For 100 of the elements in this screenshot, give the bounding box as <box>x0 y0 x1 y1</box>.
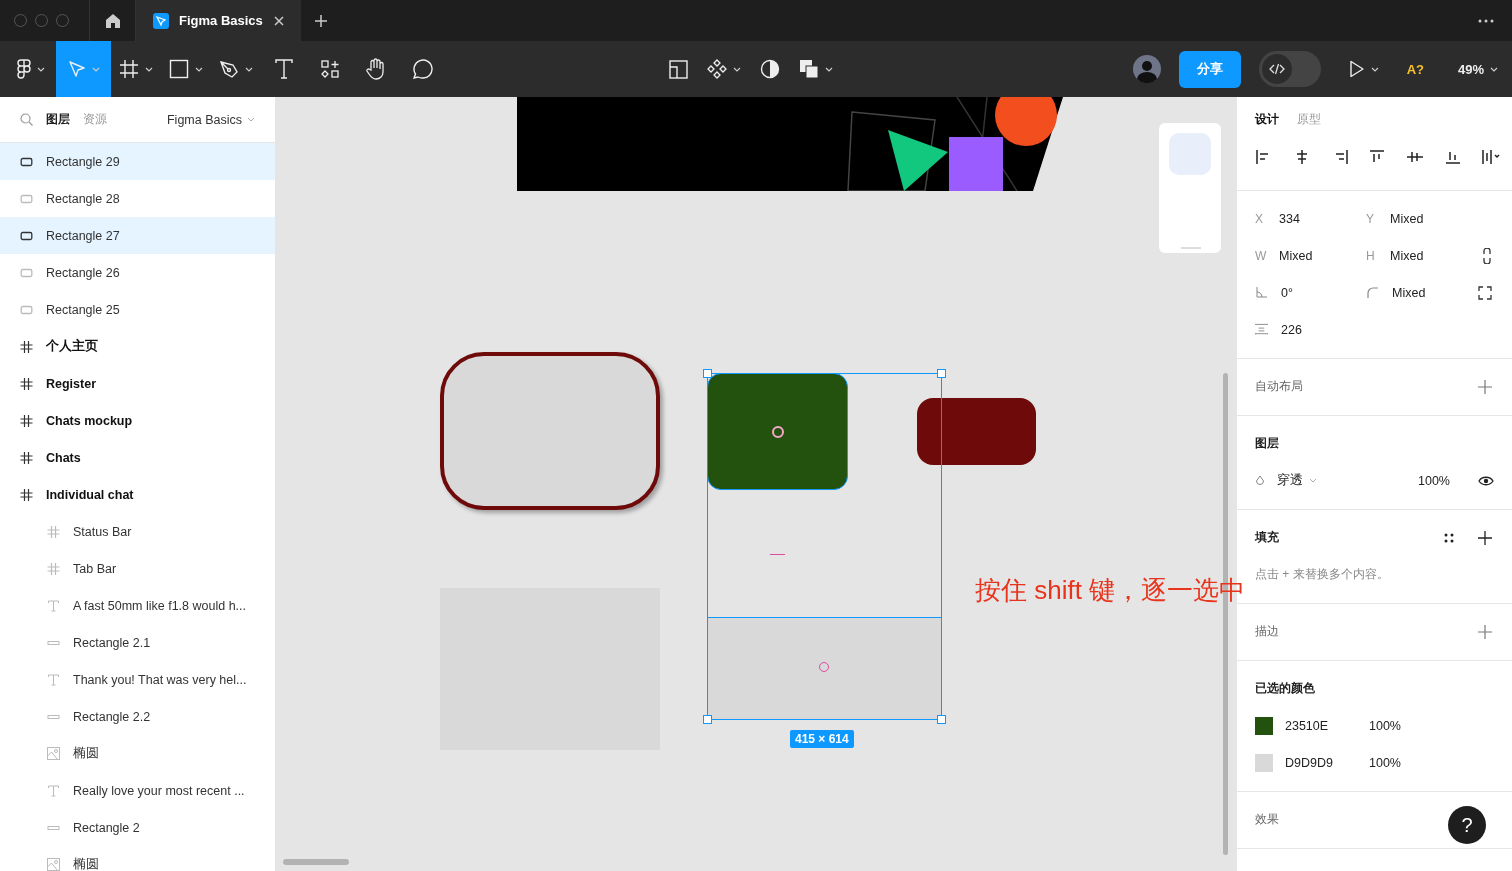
scrollbar[interactable] <box>283 859 349 865</box>
code-icon <box>1268 63 1285 75</box>
pen-icon <box>219 59 239 79</box>
missing-fonts-button[interactable]: A? <box>1406 61 1424 77</box>
comment-icon <box>411 58 433 80</box>
caret-icon <box>245 66 253 72</box>
property-field[interactable]: H Mixed <box>1366 248 1477 263</box>
field-label: W <box>1255 248 1266 263</box>
corner-radius-icon <box>1366 287 1379 298</box>
section-title: 图层 <box>1255 435 1279 452</box>
opacity-field[interactable]: 100% <box>1418 473 1450 488</box>
file-icon <box>153 12 169 29</box>
property-field[interactable]: X 334 <box>1255 211 1366 226</box>
caret-icon <box>1309 478 1317 483</box>
layer-item[interactable]: 椭圆 <box>0 846 275 871</box>
blend-mode-menu[interactable]: 穿透 <box>1277 472 1317 489</box>
layer-item[interactable]: Chats mockup <box>0 402 275 439</box>
layer-item[interactable]: Rectangle 2.2 <box>0 698 275 735</box>
link-icon[interactable] <box>1482 247 1492 264</box>
align-icon[interactable] <box>1368 148 1387 165</box>
field-label: X <box>1255 211 1264 226</box>
frame-icon <box>20 414 33 427</box>
caret-icon <box>247 117 255 122</box>
search-icon[interactable] <box>20 113 33 126</box>
color-hex[interactable]: D9D9D9 <box>1285 755 1357 770</box>
layer-item[interactable]: Status Bar <box>0 513 275 550</box>
layer-item[interactable]: Register <box>0 365 275 402</box>
layer-item[interactable]: 个人主页 <box>0 328 275 365</box>
frame-icon <box>119 59 139 79</box>
color-opacity[interactable]: 100% <box>1369 755 1401 770</box>
rectangle-icon <box>20 156 33 167</box>
property-field[interactable]: 0° <box>1255 285 1366 300</box>
center-handle[interactable] <box>772 426 784 438</box>
layer-item[interactable]: Thank you! That was very hel... <box>0 661 275 698</box>
add-icon[interactable] <box>1478 530 1492 545</box>
eye-icon[interactable] <box>1478 475 1494 486</box>
layer-item[interactable]: Rectangle 26 <box>0 254 275 291</box>
layer-item[interactable]: Rectangle 29 <box>0 143 275 180</box>
styles-icon[interactable] <box>1444 532 1454 543</box>
more-icon[interactable] <box>1478 18 1494 23</box>
frame-icon <box>20 488 33 501</box>
dev-mode-toggle[interactable] <box>1258 51 1321 87</box>
rectangle-icon <box>20 304 33 315</box>
section-title: 填充 <box>1255 529 1279 546</box>
rectangle-icon <box>169 59 189 79</box>
property-field[interactable]: W Mixed <box>1255 248 1366 263</box>
color-swatch[interactable] <box>1255 753 1273 772</box>
guide-mark <box>770 554 785 555</box>
layer-item[interactable]: Rectangle 25 <box>0 291 275 328</box>
layout-icon <box>668 59 688 79</box>
angle-icon <box>1255 287 1268 298</box>
frame-icon <box>20 451 33 464</box>
color-opacity[interactable]: 100% <box>1369 718 1401 733</box>
home-icon[interactable] <box>104 12 121 29</box>
close-icon[interactable] <box>274 15 284 26</box>
layer-item[interactable]: 椭圆 <box>0 735 275 772</box>
layer-item[interactable]: Chats <box>0 439 275 476</box>
page-menu[interactable]: Figma Basics <box>166 112 255 127</box>
layer-item[interactable]: A fast 50mm like f1.8 would h... <box>0 587 275 624</box>
resize-handle[interactable] <box>703 369 712 378</box>
panel-tab[interactable]: 图层 <box>46 111 70 128</box>
field-label: Y <box>1366 211 1375 226</box>
caret-icon <box>195 66 203 72</box>
zoom-menu[interactable]: 49% <box>1457 61 1498 77</box>
color-swatch[interactable] <box>1255 716 1273 735</box>
section-title: 效果 <box>1255 811 1279 828</box>
layer-item[interactable]: Individual chat <box>0 476 275 513</box>
text-icon <box>47 599 60 612</box>
layer-item[interactable]: Rectangle 27 <box>0 217 275 254</box>
file-tab[interactable]: Figma Basics <box>136 0 301 41</box>
property-field[interactable]: Mixed <box>1366 285 1477 300</box>
text-icon <box>275 59 293 79</box>
panel-tab[interactable]: 设计 <box>1255 111 1279 128</box>
layer-item[interactable]: Really love your most recent ... <box>0 772 275 809</box>
corners-icon[interactable] <box>1478 285 1492 300</box>
filled-rectangle[interactable] <box>707 373 848 490</box>
frame-icon <box>47 562 60 575</box>
image-icon <box>47 858 60 871</box>
layer-item[interactable]: Tab Bar <box>0 550 275 587</box>
layer-item[interactable]: Rectangle 2.1 <box>0 624 275 661</box>
resize-handle[interactable] <box>937 715 946 724</box>
component-icon <box>707 59 727 79</box>
rounded-rectangle[interactable] <box>917 398 1036 465</box>
add-tab-icon[interactable] <box>315 14 327 27</box>
property-field[interactable]: 226 <box>1255 322 1366 337</box>
section-title: 描边 <box>1255 623 1279 640</box>
hand-icon <box>366 58 386 80</box>
fill-hint: 点击 + 来替换多个内容。 <box>1255 566 1389 583</box>
frame-icon <box>20 340 33 353</box>
align-icon[interactable] <box>1481 148 1500 165</box>
text-icon <box>47 784 60 797</box>
annotation-text: 按住 shift 键，逐一选中 <box>975 574 1246 607</box>
color-hex[interactable]: 23510E <box>1285 718 1357 733</box>
layer-item[interactable]: Rectangle 2 <box>0 809 275 846</box>
property-field[interactable]: Y Mixed <box>1366 211 1477 226</box>
layer-item[interactable]: Rectangle 28 <box>0 180 275 217</box>
resize-handle[interactable] <box>703 715 712 724</box>
resize-handle[interactable] <box>937 369 946 378</box>
avatar-icon[interactable] <box>1132 55 1161 83</box>
cursor-icon <box>67 60 86 78</box>
